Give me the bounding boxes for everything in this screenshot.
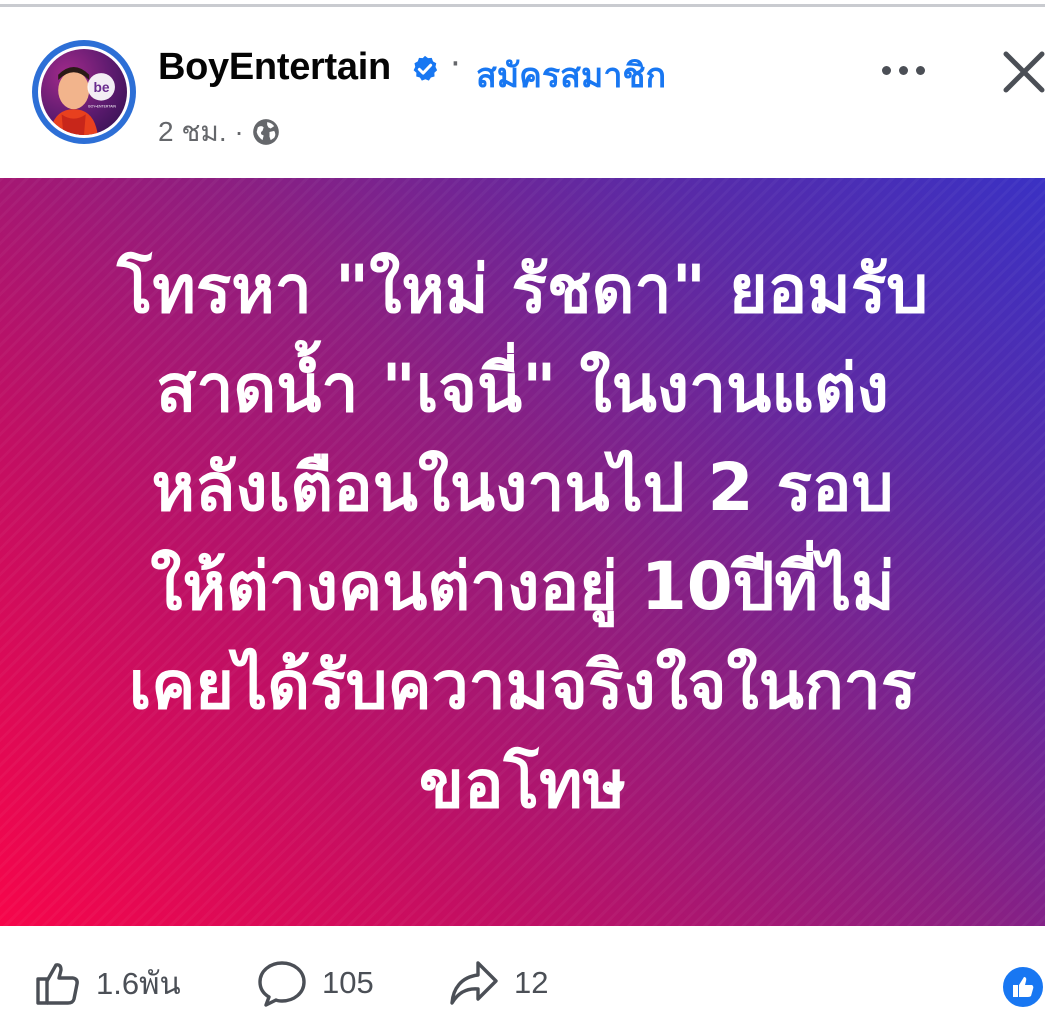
- headline-line: ให้ต่างคนต่างอยู่ 10ปีที่ไม่: [150, 548, 895, 625]
- more-dot: [915, 65, 925, 75]
- post-header: be BOY•ENTERTAIN BoyEntertain · สมัครสมา…: [0, 10, 1045, 178]
- follow-button[interactable]: สมัครสมาชิก: [476, 48, 666, 102]
- post-timestamp[interactable]: 2 ชม. ·: [158, 110, 244, 154]
- comment-count: 105: [322, 965, 374, 1000]
- post-image[interactable]: โทรหา "ใหม่ รัชดา" ยอมรับ สาดน้ำ "เจนี่"…: [0, 178, 1045, 926]
- more-dot: [881, 65, 891, 75]
- reaction-thumb-glyph: [1013, 977, 1034, 997]
- post-headline: โทรหา "ใหม่ รัชดา" ยอมรับ สาดน้ำ "เจนี่"…: [40, 240, 1005, 834]
- comment-button[interactable]: 105: [256, 959, 374, 1007]
- avatar-image: be BOY•ENTERTAIN: [41, 49, 127, 135]
- more-options-icon[interactable]: [872, 48, 934, 92]
- svg-text:BOY•ENTERTAIN: BOY•ENTERTAIN: [88, 104, 116, 108]
- headline-line: โทรหา "ใหม่ รัชดา" ยอมรับ: [116, 251, 929, 328]
- more-dot: [898, 65, 908, 75]
- post-meta: 2 ชม. ·: [158, 110, 280, 154]
- thumbs-up-icon: [36, 963, 79, 1005]
- share-button[interactable]: 12: [448, 959, 548, 1007]
- headline-line: เคยได้รับความจริงใจในการ: [128, 647, 917, 724]
- page-name[interactable]: BoyEntertain: [158, 46, 391, 89]
- avatar-illustration: be BOY•ENTERTAIN: [49, 67, 116, 135]
- headline-line: ขอโทษ: [418, 746, 627, 823]
- close-icon[interactable]: [1000, 48, 1045, 96]
- headline-line: หลังเตือนในงานไป 2 รอบ: [151, 449, 894, 526]
- globe-icon: [252, 119, 279, 145]
- headline-line: สาดน้ำ "เจนี่" ในงานแต่ง: [156, 350, 889, 427]
- separator-dot: ·: [450, 44, 461, 84]
- verified-badge-icon: [413, 55, 438, 81]
- like-button[interactable]: 1.6พัน: [34, 959, 181, 1007]
- svg-text:be: be: [93, 80, 109, 95]
- post-actions-bar: 1.6พัน 105 12: [0, 926, 1045, 1025]
- comment-bubble-icon: [258, 961, 306, 1007]
- like-reaction-icon: [1000, 964, 1045, 1010]
- share-count: 12: [514, 965, 549, 1000]
- avatar[interactable]: be BOY•ENTERTAIN: [32, 40, 136, 144]
- top-divider: [0, 0, 1045, 7]
- share-arrow-icon: [450, 961, 498, 1005]
- like-count: 1.6พัน: [96, 966, 181, 1001]
- avatar-ring: be BOY•ENTERTAIN: [38, 46, 130, 138]
